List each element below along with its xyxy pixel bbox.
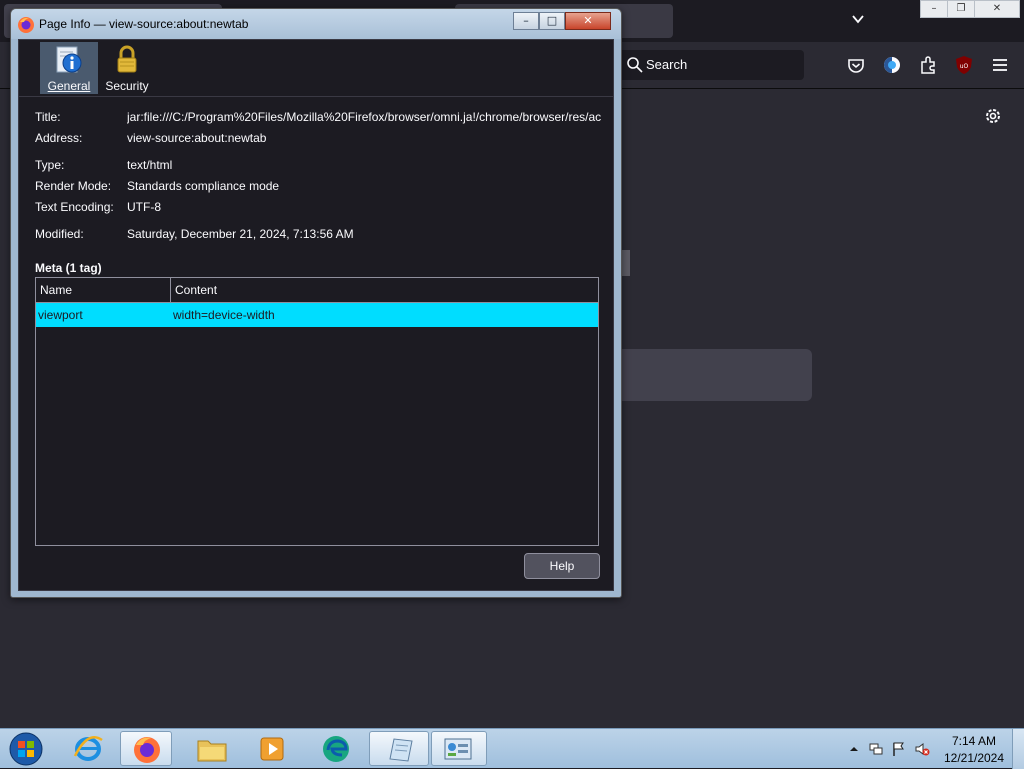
minimize-button[interactable]: – — [920, 0, 948, 18]
render-mode-label: Render Mode: — [35, 179, 112, 193]
modified-value[interactable]: Saturday, December 21, 2024, 7:13:56 AM — [127, 227, 354, 241]
taskbar-notepad[interactable] — [369, 731, 429, 766]
column-header-name[interactable]: Name — [36, 278, 171, 302]
table-row[interactable]: viewport width=device-width — [36, 303, 598, 327]
close-button[interactable]: ✕ — [565, 12, 611, 30]
action-center-flag-icon[interactable] — [890, 741, 906, 757]
type-label: Type: — [35, 158, 65, 172]
taskbar: 7:14 AM 12/21/2024 — [0, 728, 1024, 769]
taskbar-file-explorer[interactable] — [186, 731, 238, 766]
search-placeholder: Search — [646, 57, 688, 72]
control-panel-icon — [444, 738, 472, 760]
menu-icon[interactable] — [989, 54, 1011, 76]
media-player-icon — [260, 737, 284, 761]
network-icon[interactable] — [868, 741, 884, 757]
tab-general-label: General — [47, 79, 91, 93]
restore-button[interactable]: ❐ — [947, 0, 975, 18]
lock-icon — [117, 45, 137, 73]
meta-heading: Meta (1 tag) — [35, 261, 102, 275]
meta-content-cell: width=device-width — [173, 308, 275, 322]
volume-muted-icon[interactable] — [914, 741, 930, 757]
firefox-icon — [18, 17, 34, 33]
start-button[interactable] — [4, 730, 48, 768]
column-header-content[interactable]: Content — [171, 278, 598, 302]
help-button[interactable]: Help — [524, 553, 600, 579]
search-icon — [627, 57, 643, 73]
minimize-button[interactable]: – — [513, 12, 539, 30]
edge-icon — [323, 736, 349, 762]
dialog-title: Page Info — view-source:about:newtab — [39, 17, 249, 31]
address-value[interactable]: view-source:about:newtab — [127, 131, 266, 145]
maximize-button[interactable]: □ — [539, 12, 565, 30]
show-hidden-icons-icon[interactable] — [846, 741, 862, 757]
privacy-extension-icon[interactable] — [881, 54, 903, 76]
tab-security[interactable]: Security — [98, 42, 156, 94]
list-all-tabs-button[interactable] — [846, 10, 870, 34]
show-desktop-button[interactable] — [1012, 729, 1024, 769]
tab-general[interactable]: General — [40, 42, 98, 94]
clock-time[interactable]: 7:14 AM — [944, 734, 1004, 748]
taskbar-firefox[interactable] — [120, 731, 172, 766]
meta-table[interactable]: Name Content viewport width=device-width — [35, 277, 599, 546]
search-input[interactable]: Search — [618, 50, 804, 80]
address-label: Address: — [35, 131, 83, 145]
chevron-down-icon — [852, 15, 864, 24]
text-encoding-value[interactable]: UTF-8 — [127, 200, 161, 214]
taskbar-control-panel[interactable] — [431, 731, 487, 766]
dialog-body: General Security Title: jar:file:///C:/P… — [18, 39, 614, 591]
new-tab-search-box[interactable] — [610, 349, 812, 401]
notepad-icon — [389, 738, 413, 762]
close-button[interactable]: ✕ — [974, 0, 1020, 18]
render-mode-value[interactable]: Standards compliance mode — [127, 179, 279, 193]
title-value[interactable]: jar:file:///C:/Program%20Files/Mozilla%2… — [127, 110, 611, 124]
ublock-origin-icon[interactable]: uO — [953, 54, 975, 76]
clock-date[interactable]: 12/21/2024 — [938, 751, 1010, 765]
meta-name-cell: viewport — [38, 308, 83, 322]
info-icon — [56, 46, 82, 73]
dialog-tab-bar: General Security — [19, 40, 613, 97]
page-info-dialog: Page Info — view-source:about:newtab – □… — [10, 8, 622, 598]
taskbar-media-player[interactable] — [246, 731, 298, 766]
firefox-icon — [134, 737, 160, 763]
extensions-icon[interactable] — [917, 54, 939, 76]
title-label: Title: — [35, 110, 61, 124]
internet-explorer-icon — [73, 736, 103, 761]
pocket-icon[interactable] — [845, 54, 867, 76]
taskbar-edge[interactable] — [310, 731, 362, 766]
folder-icon — [197, 740, 227, 762]
tab-security-label: Security — [105, 79, 149, 93]
gear-icon[interactable] — [982, 105, 1004, 127]
svg-text:uO: uO — [960, 63, 969, 70]
meta-table-header: Name Content — [36, 278, 598, 303]
taskbar-internet-explorer[interactable] — [62, 731, 114, 766]
type-value[interactable]: text/html — [127, 158, 172, 172]
text-encoding-label: Text Encoding: — [35, 200, 114, 214]
dialog-titlebar[interactable]: Page Info — view-source:about:newtab – □… — [11, 9, 621, 39]
modified-label: Modified: — [35, 227, 84, 241]
